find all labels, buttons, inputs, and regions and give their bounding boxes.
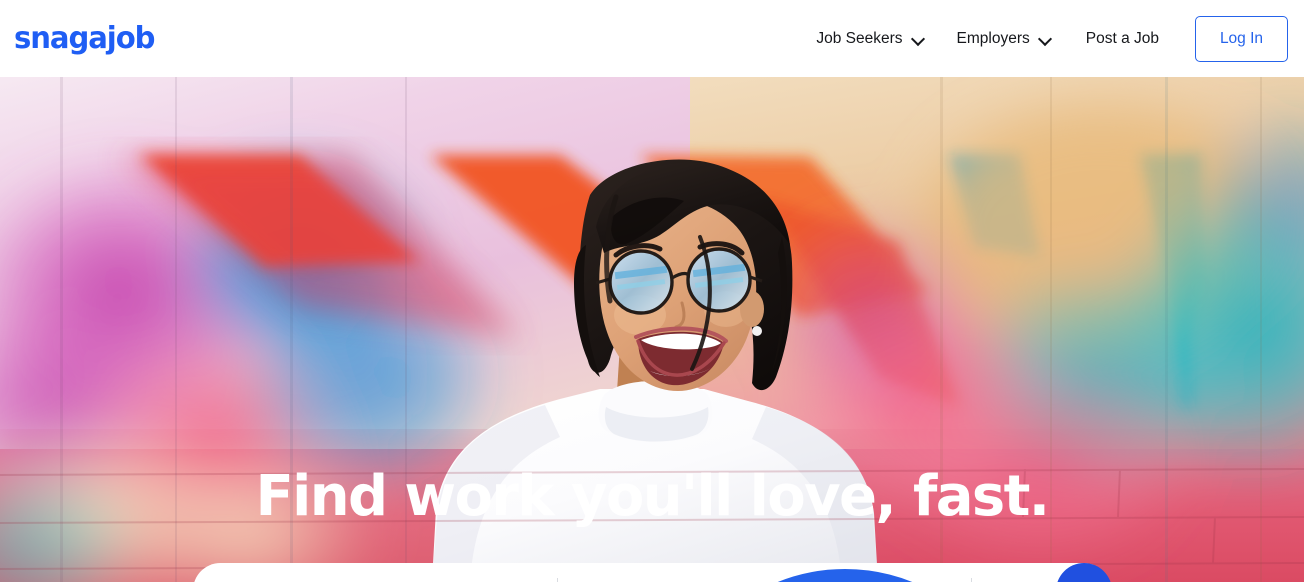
hero-banner: Find work you'll love, fast. 20 mi <box>0 77 1304 582</box>
job-search-bar: 20 mi <box>193 562 1112 582</box>
nav-item-job-seekers[interactable]: Job Seekers <box>800 30 940 48</box>
main-navigation: Job Seekers Employers Post a Job Log In <box>800 15 1288 62</box>
nav-item-job-seekers-label: Job Seekers <box>816 29 903 47</box>
chevron-down-icon <box>912 32 925 45</box>
nav-item-post-a-job[interactable]: Post a Job <box>1068 30 1177 48</box>
search-submit-button[interactable] <box>1056 562 1112 582</box>
hero-headline: Find work you'll love, fast. <box>255 464 1051 529</box>
chevron-down-icon <box>1039 32 1052 45</box>
nav-item-employers-label: Employers <box>956 29 1030 47</box>
nav-item-post-a-job-label: Post a Job <box>1085 29 1159 47</box>
snagajob-logo[interactable]: snagajob <box>14 23 155 54</box>
nav-item-employers[interactable]: Employers <box>941 30 1068 48</box>
site-header: snagajob Job Seekers Employers Post a Jo… <box>0 0 1304 77</box>
login-button[interactable]: Log In <box>1195 15 1288 62</box>
search-icon <box>193 563 1304 582</box>
